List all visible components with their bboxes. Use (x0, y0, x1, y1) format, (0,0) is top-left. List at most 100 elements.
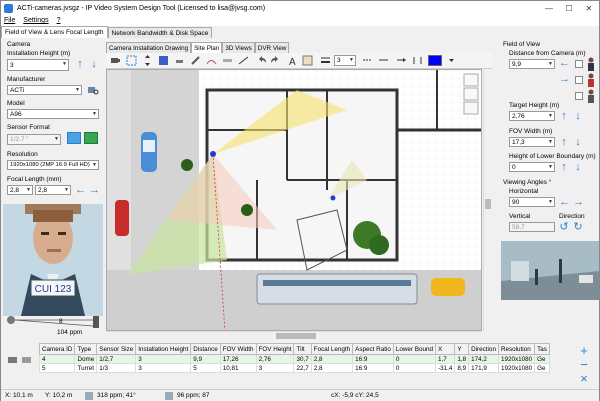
target-down-icon[interactable]: ↓ (573, 109, 583, 123)
select-tool-icon[interactable] (126, 55, 137, 66)
col-direction[interactable]: Direction (468, 343, 499, 355)
menu-settings[interactable]: Settings (23, 17, 48, 24)
rotate-right-icon[interactable]: ↻ (573, 220, 583, 234)
distance-left-icon[interactable]: ← (559, 56, 570, 70)
pan-hand-icon[interactable] (464, 102, 478, 114)
col-type[interactable]: Type (74, 343, 98, 355)
fov-down-icon[interactable]: ↓ (573, 135, 583, 149)
window-tool-icon[interactable] (222, 55, 233, 66)
delete-row-icon[interactable]: × (577, 372, 591, 385)
col-tilt[interactable]: Tilt (293, 343, 312, 355)
fill-tool-icon[interactable] (302, 55, 313, 66)
option-checkbox-2[interactable] (575, 76, 583, 84)
horizontal-scroll-thumb[interactable] (276, 333, 316, 339)
door-tool-icon[interactable] (206, 55, 217, 66)
fov-width-select[interactable]: 17,3 ▼ (509, 137, 555, 147)
line-width-select[interactable]: 3 ▼ (334, 55, 356, 66)
menu-help[interactable]: ? (57, 17, 61, 24)
rotate-left-icon[interactable]: ↺ (559, 220, 569, 234)
option-checkbox-3[interactable] (575, 92, 583, 100)
line-width-icon[interactable] (320, 55, 331, 66)
bracket-style-icon[interactable] (412, 55, 423, 66)
col-camera-id[interactable]: Camera ID (38, 343, 76, 355)
focal-right-icon[interactable]: → (89, 183, 100, 197)
focal-max-select[interactable]: 2,8 ▼ (35, 185, 71, 195)
vertical-select[interactable]: 58,7 (509, 222, 555, 232)
col-resolution[interactable]: Resolution (497, 343, 536, 355)
tab-network-bandwidth[interactable]: Network Bandwidth & Disk Space (107, 27, 213, 38)
horizontal-select[interactable]: 90 ▼ (509, 197, 555, 207)
col-tasks[interactable]: Tas (534, 343, 550, 355)
close-button[interactable]: ✕ (579, 1, 599, 15)
target-up-icon[interactable]: ↑ (559, 109, 569, 123)
maximize-button[interactable]: ☐ (559, 1, 579, 15)
color-picker-icon[interactable] (446, 55, 457, 66)
col-lower-bound[interactable]: Lower Bound (392, 343, 436, 355)
sensor-format-select[interactable]: 1/2.7 " ▼ (7, 134, 61, 145)
remove-row-icon[interactable]: − (577, 358, 591, 371)
col-sensor-size[interactable]: Sensor Size (96, 343, 137, 355)
focal-left-icon[interactable]: ← (75, 183, 86, 197)
distance-right-icon[interactable]: → (559, 72, 570, 86)
undo-icon[interactable] (256, 55, 267, 66)
table-row[interactable]: 4 Dome 1/2,7 3 9,9 17,26 2,76 30,7 2,8 1… (38, 354, 550, 364)
minimize-button[interactable]: — (539, 1, 559, 15)
col-y[interactable]: Y (454, 343, 470, 355)
line-tool-icon[interactable] (238, 55, 249, 66)
zoom-in-icon[interactable] (464, 74, 478, 86)
distance-select[interactable]: 9,9 ▼ (509, 59, 555, 69)
resolution-select[interactable]: 1920x1080 (2MP 16:9 Full HD) ▼ (7, 160, 99, 170)
move-tool-icon[interactable] (142, 55, 153, 66)
tab-dvr-view[interactable]: DVR View (254, 42, 290, 53)
wall-tool-icon[interactable] (174, 55, 185, 66)
col-fov-height[interactable]: FOV Height (255, 343, 295, 355)
tab-field-of-view[interactable]: Field of View & Lens Focal Length (1, 26, 108, 38)
sensor-grid-icon[interactable] (84, 132, 98, 144)
search-camera-icon[interactable] (87, 84, 99, 96)
horizontal-right-icon[interactable]: → (573, 195, 584, 209)
chevron-down-icon: ▼ (92, 162, 97, 168)
manufacturer-select[interactable]: ACTi ▼ (7, 85, 82, 95)
redo-icon[interactable] (270, 55, 281, 66)
tab-site-plan[interactable]: Site Plan (191, 42, 223, 53)
boundary-down-icon[interactable]: ↓ (573, 160, 583, 174)
focal-min-select[interactable]: 2,8 ▼ (7, 185, 33, 195)
lower-boundary-select[interactable]: 0 ▼ (509, 162, 555, 172)
arrow-style-icon[interactable] (396, 55, 407, 66)
col-fov-width[interactable]: FOV Width (219, 343, 257, 355)
camera-copy-icon[interactable] (21, 353, 33, 367)
vertical-scroll-thumb[interactable] (485, 199, 491, 209)
camera-tool-icon[interactable] (110, 55, 121, 66)
col-installation-height[interactable]: Installation Height (135, 343, 192, 355)
tab-camera-installation[interactable]: Camera Installation Drawing (106, 42, 192, 53)
model-select[interactable]: A96 ▼ (7, 109, 99, 119)
target-height-select[interactable]: 2,76 ▼ (509, 111, 555, 121)
site-plan-canvas[interactable] (106, 69, 482, 331)
camera-add-icon[interactable] (7, 353, 19, 367)
color-swatch[interactable] (428, 55, 442, 66)
text-tool-icon[interactable]: A (288, 55, 299, 68)
arrow-up-icon[interactable]: ↑ (75, 57, 85, 71)
col-distance[interactable]: Distance (190, 343, 221, 355)
line-style-icon[interactable] (378, 55, 389, 66)
dash-style-icon[interactable] (362, 55, 373, 66)
arrow-down-icon[interactable]: ↓ (89, 57, 99, 71)
plan-vertical-scrollbar[interactable] (483, 69, 492, 331)
sensor-image-icon[interactable] (67, 132, 81, 144)
plan-horizontal-scrollbar[interactable] (106, 331, 482, 340)
pencil-tool-icon[interactable] (190, 55, 201, 66)
horizontal-left-icon[interactable]: ← (559, 195, 570, 209)
tab-3d-views[interactable]: 3D Views (222, 42, 255, 53)
col-focal-length[interactable]: Focal Length (310, 343, 354, 355)
install-height-select[interactable]: 3 ▼ (7, 59, 69, 71)
zoom-out-icon[interactable] (464, 88, 478, 100)
col-x[interactable]: X (434, 343, 456, 355)
boundary-up-icon[interactable]: ↑ (559, 160, 569, 174)
option-checkbox-1[interactable] (575, 60, 583, 68)
menu-file[interactable]: File (4, 17, 15, 24)
table-row[interactable]: 5 Turret 1/3 3 5 10,81 3 22,7 2,8 16:9 0… (38, 363, 550, 373)
col-aspect-ratio[interactable]: Aspect Ratio (352, 343, 394, 355)
fov-up-icon[interactable]: ↑ (559, 135, 569, 149)
add-row-icon[interactable]: + (577, 344, 591, 357)
shape-tool-icon[interactable] (158, 55, 169, 66)
